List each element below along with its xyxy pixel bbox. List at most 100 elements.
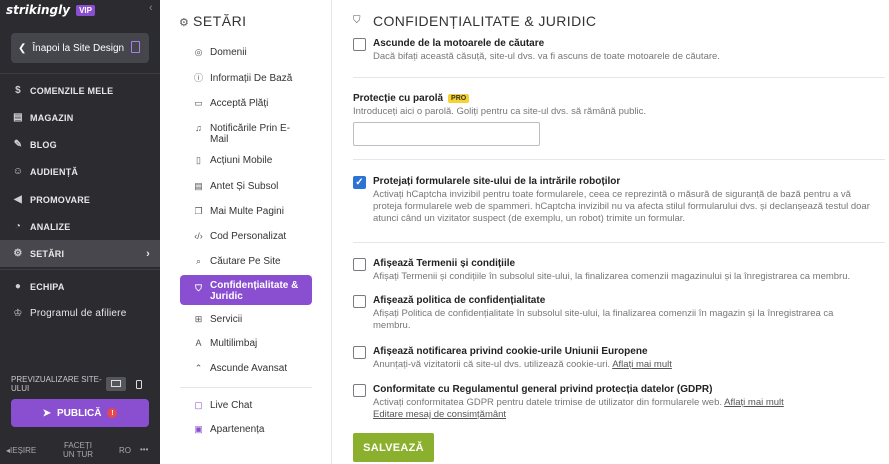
tab-site-search[interactable]: ⌕ Căutare Pe Site xyxy=(180,256,312,267)
megaphone-icon: ◀ xyxy=(14,194,22,205)
mobile-preview-button[interactable] xyxy=(130,377,149,391)
nav-audience[interactable]: ☺ AUDIENȚĂ xyxy=(0,158,160,185)
tab-live-chat[interactable]: ▢ Live Chat xyxy=(180,400,312,411)
nav-team[interactable]: ● ECHIPA xyxy=(0,273,160,300)
main-content: ⛉ CONFIDENȚIALITATE & JURIDIC Ascunde de… xyxy=(333,0,889,464)
translate-icon: A xyxy=(195,338,202,348)
sidebar-footer: ◂ IEȘIRE FACEȚI UN TUR RO ••• xyxy=(0,438,160,464)
preview-label: PREVIZUALIZARE SITE-ULUI xyxy=(11,375,102,393)
tab-mobile-actions[interactable]: ▯ Acțiuni Mobile xyxy=(180,155,312,166)
dollar-icon: $ xyxy=(15,85,21,96)
nav-settings[interactable]: ⚙ SETĂRI › xyxy=(0,240,160,267)
layout-icon: ▤ xyxy=(194,181,203,191)
toggle-advanced[interactable]: ⌃ Ascunde Avansat xyxy=(180,363,312,374)
nav-label: Programul de afiliere xyxy=(30,308,127,319)
tab-label: Mai Multe Pagini xyxy=(210,206,284,217)
divider xyxy=(180,387,312,388)
tab-label: Confidențialitate & Juridic xyxy=(210,280,299,302)
password-input[interactable] xyxy=(353,122,540,146)
tab-email-notifications[interactable]: ♫ Notificările Prin E-Mail xyxy=(180,123,304,145)
tab-label: Apartenența xyxy=(210,424,265,435)
cookies-desc-text: Anunțați-vă vizitatorii că site-ul dvs. … xyxy=(373,359,611,370)
gdpr-desc-text: Activați conformitatea GDPR pentru datel… xyxy=(373,397,723,408)
desktop-preview-button[interactable] xyxy=(106,377,126,391)
tab-basic-info[interactable]: ⓘ Informații De Bază xyxy=(180,73,312,84)
option-title: Afișează politica de confidențialitate xyxy=(373,295,546,306)
tab-services[interactable]: ⊞ Servicii xyxy=(180,314,312,325)
nav-label: COMENZILE MELE xyxy=(30,85,114,96)
tab-label: Acceptă Plăți xyxy=(210,98,269,109)
nav-blog[interactable]: ✎ BLOG xyxy=(0,131,160,158)
tab-privacy-legal[interactable]: ⛉ Confidențialitate & Juridic xyxy=(180,275,312,305)
option-terms: Afișează Termenii și condițiile Afișați … xyxy=(353,258,873,286)
brand: strikingly VIP xyxy=(6,2,95,18)
robots-checkbox[interactable]: ✓ xyxy=(353,176,366,189)
gdpr-checkbox[interactable] xyxy=(353,384,366,397)
tab-domains[interactable]: ◎ Domenii xyxy=(180,47,312,58)
tab-label: Acțiuni Mobile xyxy=(210,155,273,166)
language-button[interactable]: RO xyxy=(119,446,131,455)
nav-label: SETĂRI xyxy=(30,248,65,259)
more-icon[interactable]: ••• xyxy=(140,445,148,454)
nav-store[interactable]: ▤ MAGAZIN xyxy=(0,104,160,131)
code-icon: ‹/› xyxy=(194,231,203,241)
option-desc: Activați conformitatea GDPR pentru datel… xyxy=(373,397,873,421)
info-icon: ⓘ xyxy=(193,73,203,83)
tab-label: Informații De Bază xyxy=(210,73,293,84)
nav-label: PROMOVARE xyxy=(30,194,91,205)
shield-icon: ⛉ xyxy=(353,15,361,26)
back-button-label: Înapoi la Site Design xyxy=(32,42,125,54)
pen-icon: ✎ xyxy=(13,139,23,150)
tab-payments[interactable]: ▭ Acceptă Plăți xyxy=(180,98,312,109)
page-icon xyxy=(131,41,140,53)
hide-search-checkbox[interactable] xyxy=(353,38,366,51)
globe-icon: ◎ xyxy=(194,47,203,57)
bell-icon: ♫ xyxy=(195,123,202,133)
exit-button[interactable]: ◂ IEȘIRE xyxy=(6,446,36,455)
collapse-sidebar-icon[interactable]: ‹ xyxy=(149,2,153,14)
nav-promote[interactable]: ◀ PROMOVARE xyxy=(0,186,160,213)
tab-label: Domenii xyxy=(210,47,247,58)
learn-more-link[interactable]: Aflați mai mult xyxy=(724,397,784,408)
learn-more-link[interactable]: Aflați mai mult xyxy=(612,359,672,370)
tab-multilanguage[interactable]: A Multilimbaj xyxy=(180,338,312,349)
tab-membership[interactable]: ▣ Apartenența xyxy=(180,424,312,435)
mobile-icon xyxy=(136,379,143,389)
gauge-icon: ◔ xyxy=(14,221,22,232)
member-icon: ▣ xyxy=(194,424,203,434)
nav-orders[interactable]: $ COMENZILE MELE xyxy=(0,77,160,104)
exit-label: IEȘIRE xyxy=(10,446,37,455)
publish-button[interactable]: ➤ PUBLICĂ ! xyxy=(11,399,149,427)
tab-label: Căutare Pe Site xyxy=(210,256,281,267)
option-desc: Afișați Politica de confidențialitate în… xyxy=(373,308,834,331)
tab-header-footer[interactable]: ▤ Antet Și Subsol xyxy=(180,181,312,192)
edit-consent-link[interactable]: Editare mesaj de consimțământ xyxy=(373,409,506,420)
desktop-icon xyxy=(111,380,122,387)
option-title: Conformitate cu Regulamentul general pri… xyxy=(373,384,713,395)
tab-more-pages[interactable]: ❐ Mai Multe Pagini xyxy=(180,206,312,217)
divider xyxy=(353,242,885,243)
cookies-checkbox[interactable] xyxy=(353,346,366,359)
option-cookies: Afișează notificarea privind cookie-uril… xyxy=(353,346,873,374)
trophy-icon: ♔ xyxy=(13,308,23,319)
tab-custom-code[interactable]: ‹/› Cod Personalizat xyxy=(180,231,312,242)
nav-label: ANALIZE xyxy=(30,221,71,232)
terms-checkbox[interactable] xyxy=(353,258,366,271)
settings-title: ⚙ SETĂRI xyxy=(179,13,247,29)
logo[interactable]: strikingly xyxy=(6,3,70,17)
tab-label: Notificările Prin E-Mail xyxy=(210,123,291,145)
publish-label: PUBLICĂ xyxy=(56,407,102,419)
nav-analytics[interactable]: ◔ ANALIZE xyxy=(0,213,160,240)
vip-badge: VIP xyxy=(76,4,95,16)
shield-icon: ⛉ xyxy=(195,283,202,293)
back-to-design-button[interactable]: ❮ Înapoi la Site Design xyxy=(11,33,149,63)
tab-label: Ascunde Avansat xyxy=(210,363,288,374)
settings-subnav: ⚙ SETĂRI ◎ Domenii ⓘ Informații De Bază … xyxy=(160,0,332,464)
tab-label: Cod Personalizat xyxy=(210,231,287,242)
save-button[interactable]: SALVEAZĂ xyxy=(353,433,434,462)
privacy-checkbox[interactable] xyxy=(353,295,366,308)
tour-button[interactable]: FACEȚI UN TUR xyxy=(58,441,98,459)
nav-affiliate[interactable]: ♔ Programul de afiliere xyxy=(0,300,160,327)
option-title: Protejați formularele site-ului de la in… xyxy=(373,176,621,187)
option-desc: Anunțați-vă vizitatorii că site-ul dvs. … xyxy=(373,359,873,371)
